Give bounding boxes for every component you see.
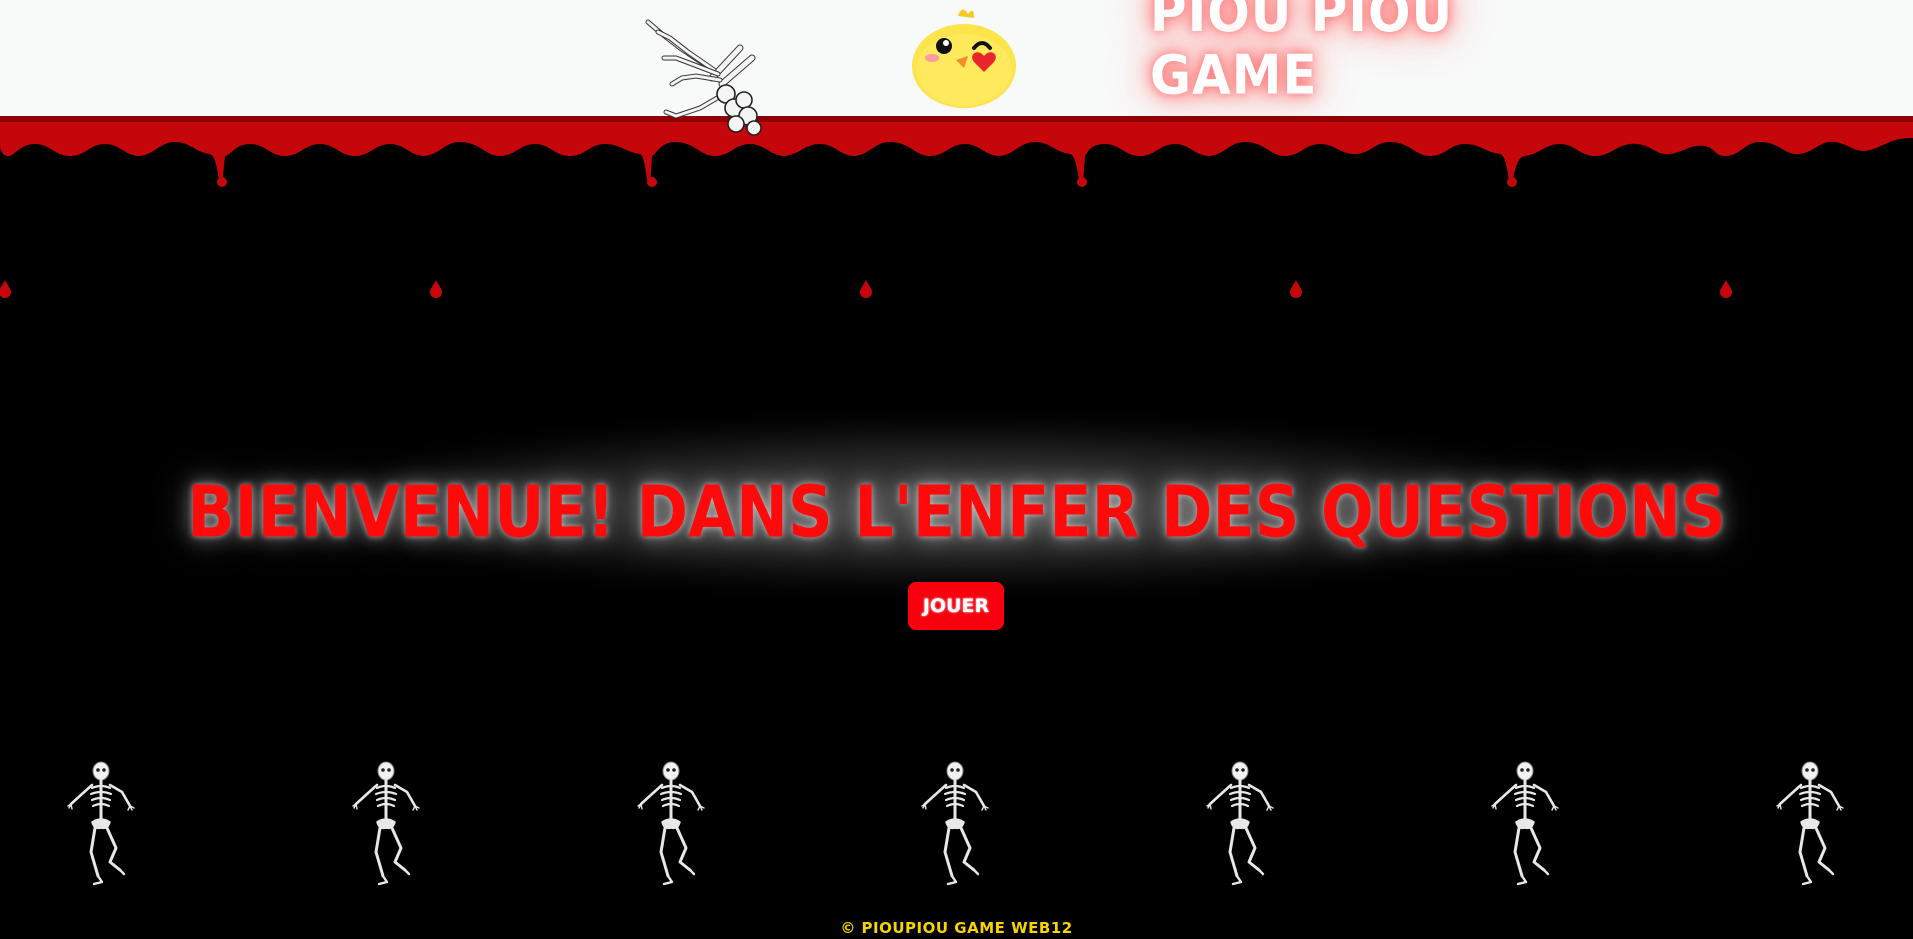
dancing-skeleton-icon	[634, 760, 708, 890]
blood-drop	[0, 280, 11, 298]
site-title: PIOU PIOU GAME	[1150, 0, 1454, 107]
winking-chick-icon	[912, 9, 1016, 108]
site-header: PIOU PIOU GAME	[0, 0, 1913, 136]
blood-drop	[1290, 280, 1302, 298]
welcome-title: BIENVENUE! DANS L'ENFER DES QUESTIONS	[187, 469, 1726, 553]
dancing-skeleton-icon	[349, 760, 423, 890]
blood-drop	[1720, 280, 1732, 298]
dancing-skeleton-icon	[64, 760, 138, 890]
blood-drip	[0, 116, 1913, 187]
dancing-skeleton-icon	[918, 760, 992, 890]
dancing-skeleton-icon	[1773, 760, 1847, 890]
dancing-skeleton-icon	[1203, 760, 1277, 890]
blood-drop	[430, 280, 442, 298]
play-button[interactable]: JOUER	[908, 582, 1004, 630]
footer-copyright: © PIOUPIOU GAME WEB12	[840, 919, 1073, 937]
dancing-skeleton-icon	[1488, 760, 1562, 890]
blood-drop	[860, 280, 872, 298]
skeleton-hand-icon	[645, 19, 762, 136]
